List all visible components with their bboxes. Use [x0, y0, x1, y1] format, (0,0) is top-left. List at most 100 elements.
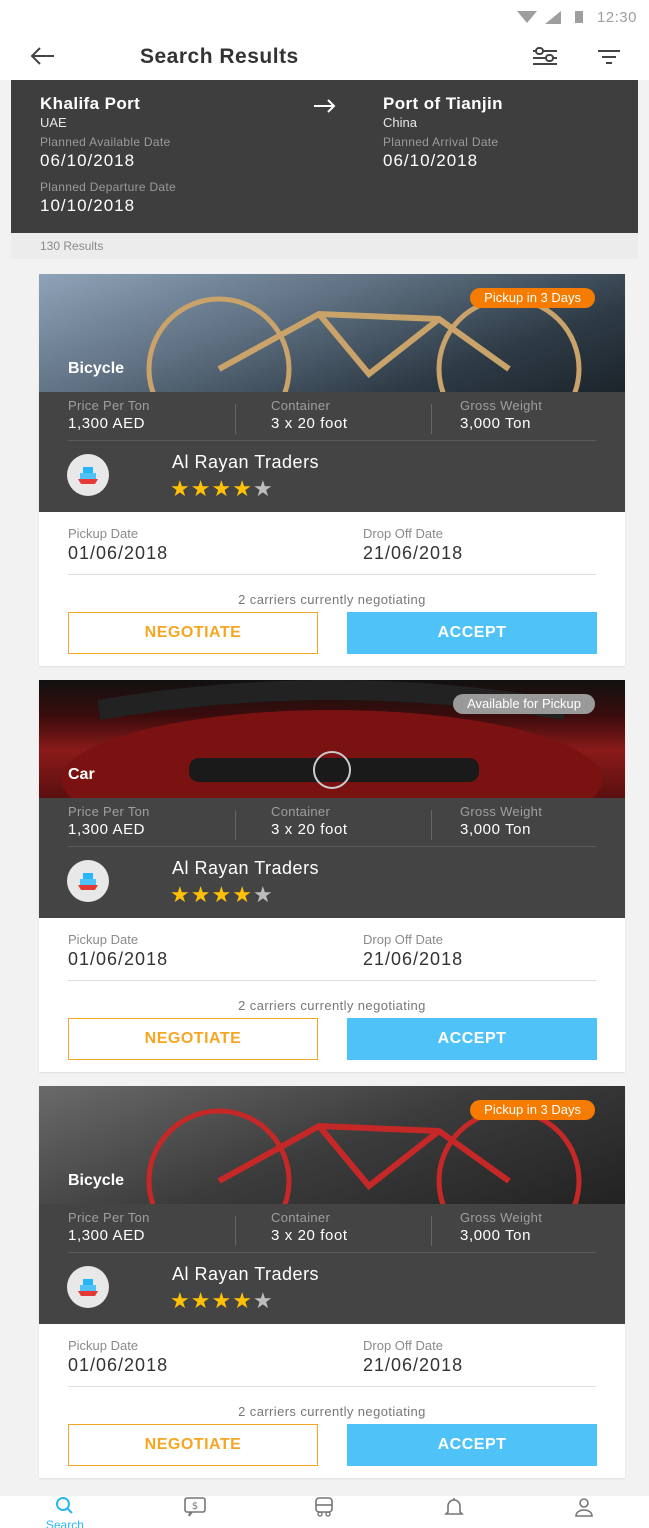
date-section: Pickup Date 01/06/2018 Drop Off Date 21/06/… [39, 918, 625, 998]
available-date: 06/10/2018 [40, 151, 136, 170]
stat-label: Gross Weight [460, 398, 543, 413]
origin: Khalifa Port UAE Planned Available Date … [40, 94, 170, 171]
stat-label: Price Per Ton [68, 804, 150, 819]
dropoff: Drop Off Date 21/06/2018 [363, 526, 463, 564]
nav-profile[interactable] [544, 1496, 624, 1523]
stat-value: 3 x 20 foot [271, 1227, 348, 1244]
shipment-card[interactable]: Pickup in 3 Days Bicycle Price Per Ton 1,30… [39, 274, 625, 666]
trader-name[interactable]: Al Rayan Traders [172, 1264, 319, 1285]
wifi-icon [516, 11, 537, 23]
pickup-date: 01/06/2018 [68, 1355, 169, 1375]
battery-icon [574, 11, 583, 23]
nav-search[interactable]: Search [25, 1496, 105, 1528]
negotiating-status: 2 carriers currently negotiating [238, 592, 426, 607]
shipment-card[interactable]: Pickup in 3 Days Bicycle Price Per Ton 1,30… [39, 1086, 625, 1478]
stat-label: Price Per Ton [68, 1210, 150, 1225]
cargo-image: Pickup in 3 Days Bicycle [39, 274, 625, 392]
pickup-status-badge: Pickup in 3 Days [470, 288, 595, 308]
departure-date-label: Planned Departure Date [40, 180, 177, 194]
action-row: NEGOTIATE ACCEPT [39, 612, 625, 656]
negotiate-button[interactable]: NEGOTIATE [68, 612, 318, 654]
profile-icon [575, 1498, 593, 1517]
star-empty-icon: ★ [252, 882, 274, 907]
nav-vehicles[interactable] [284, 1496, 364, 1523]
app-bar: Search Results [0, 34, 649, 80]
results-count: 130 Results [11, 233, 638, 259]
dropoff-date: 21/06/2018 [363, 1355, 464, 1375]
destination-port: Port of Tianjin [383, 94, 503, 113]
divider [68, 440, 596, 441]
cargo-name: Bicycle [68, 360, 125, 377]
payment-chat-icon: $ [183, 1497, 206, 1517]
shipment-card[interactable]: Available for Pickup Car Price Per Ton 1,30… [39, 680, 625, 1072]
negotiating-status: 2 carriers currently negotiating [238, 998, 426, 1013]
price-stat: Price Per Ton 1,300 AED [68, 398, 150, 432]
container-stat: Container 3 x 20 foot [271, 1210, 348, 1244]
stat-label: Container [271, 1210, 331, 1225]
dropoff-date-label: Drop Off Date [363, 1338, 443, 1353]
star-empty-icon: ★ [252, 476, 274, 501]
price-stat: Price Per Ton 1,300 AED [68, 804, 150, 838]
ship-icon [78, 1279, 98, 1296]
negotiating-status: 2 carriers currently negotiating [238, 1404, 426, 1419]
pickup: Pickup Date 01/06/2018 [68, 1338, 168, 1376]
back-arrow-icon[interactable] [30, 42, 80, 73]
divider [68, 980, 596, 981]
stat-label: Gross Weight [460, 804, 543, 819]
negotiate-button[interactable]: NEGOTIATE [68, 1018, 318, 1060]
divider [68, 1252, 596, 1253]
weight-stat: Gross Weight 3,000 Ton [460, 1210, 542, 1244]
filter-sliders-icon[interactable] [525, 44, 565, 70]
nav-payments[interactable]: $ [155, 1496, 235, 1523]
star-filled-icon: ★ [170, 1288, 191, 1313]
trader-name[interactable]: Al Rayan Traders [172, 452, 319, 473]
accept-button[interactable]: ACCEPT [347, 1018, 597, 1060]
stat-label: Price Per Ton [68, 398, 150, 413]
trader-name[interactable]: Al Rayan Traders [172, 858, 319, 879]
star-filled-icon: ★ [190, 476, 212, 501]
date-section: Pickup Date 01/06/2018 Drop Off Date 21/06/… [39, 1324, 625, 1404]
ship-avatar[interactable] [67, 860, 109, 902]
pickup-date: 01/06/2018 [68, 543, 169, 563]
container-stat: Container 3 x 20 foot [271, 804, 348, 838]
route-arrow-icon [313, 94, 337, 120]
shipment-info: Price Per Ton 1,300 AED Container 3 x 20 fo… [39, 392, 625, 512]
sort-icon[interactable] [589, 44, 629, 70]
nav-notifications[interactable] [414, 1496, 494, 1523]
signal-icon [544, 10, 561, 24]
divider [68, 574, 596, 575]
accept-button[interactable]: ACCEPT [347, 1424, 597, 1466]
page-title: Search Results [140, 45, 299, 68]
dropoff-date-label: Drop Off Date [363, 526, 443, 541]
star-filled-icon: ★ [211, 1288, 233, 1313]
stat-value: 3,000 Ton [460, 1227, 532, 1244]
departure-date: 10/10/2018 [40, 196, 136, 215]
pickup-status-badge: Available for Pickup [453, 694, 595, 714]
price-stat: Price Per Ton 1,300 AED [68, 1210, 150, 1244]
stat-label: Gross Weight [460, 1210, 543, 1225]
status-bar: 12:30 [0, 0, 649, 34]
dropoff-date: 21/06/2018 [363, 543, 464, 563]
rating-stars: ★★★★★ [170, 476, 274, 502]
arrival-date: 06/10/2018 [383, 151, 479, 170]
cargo-image: Pickup in 3 Days Bicycle [39, 1086, 625, 1204]
ship-avatar[interactable] [67, 454, 109, 496]
ship-avatar[interactable] [67, 1266, 109, 1308]
rating-stars: ★★★★★ [170, 1288, 274, 1314]
nav-search-label: Search [45, 1518, 84, 1528]
action-row: NEGOTIATE ACCEPT [39, 1424, 625, 1468]
accept-button[interactable]: ACCEPT [347, 612, 597, 654]
weight-stat: Gross Weight 3,000 Ton [460, 804, 542, 838]
search-icon [55, 1497, 73, 1514]
pickup-date-label: Pickup Date [68, 1338, 139, 1353]
arrival-date-label: Planned Arrival Date [383, 135, 499, 149]
negotiate-button[interactable]: NEGOTIATE [68, 1424, 318, 1466]
star-filled-icon: ★ [232, 1288, 253, 1313]
cargo-name: Bicycle [68, 1172, 125, 1189]
stat-label: Container [271, 804, 331, 819]
star-filled-icon: ★ [190, 882, 212, 907]
stat-label: Container [271, 398, 331, 413]
cargo-image: Available for Pickup Car [39, 680, 625, 798]
cargo-name: Car [68, 766, 95, 783]
divider [431, 404, 432, 434]
